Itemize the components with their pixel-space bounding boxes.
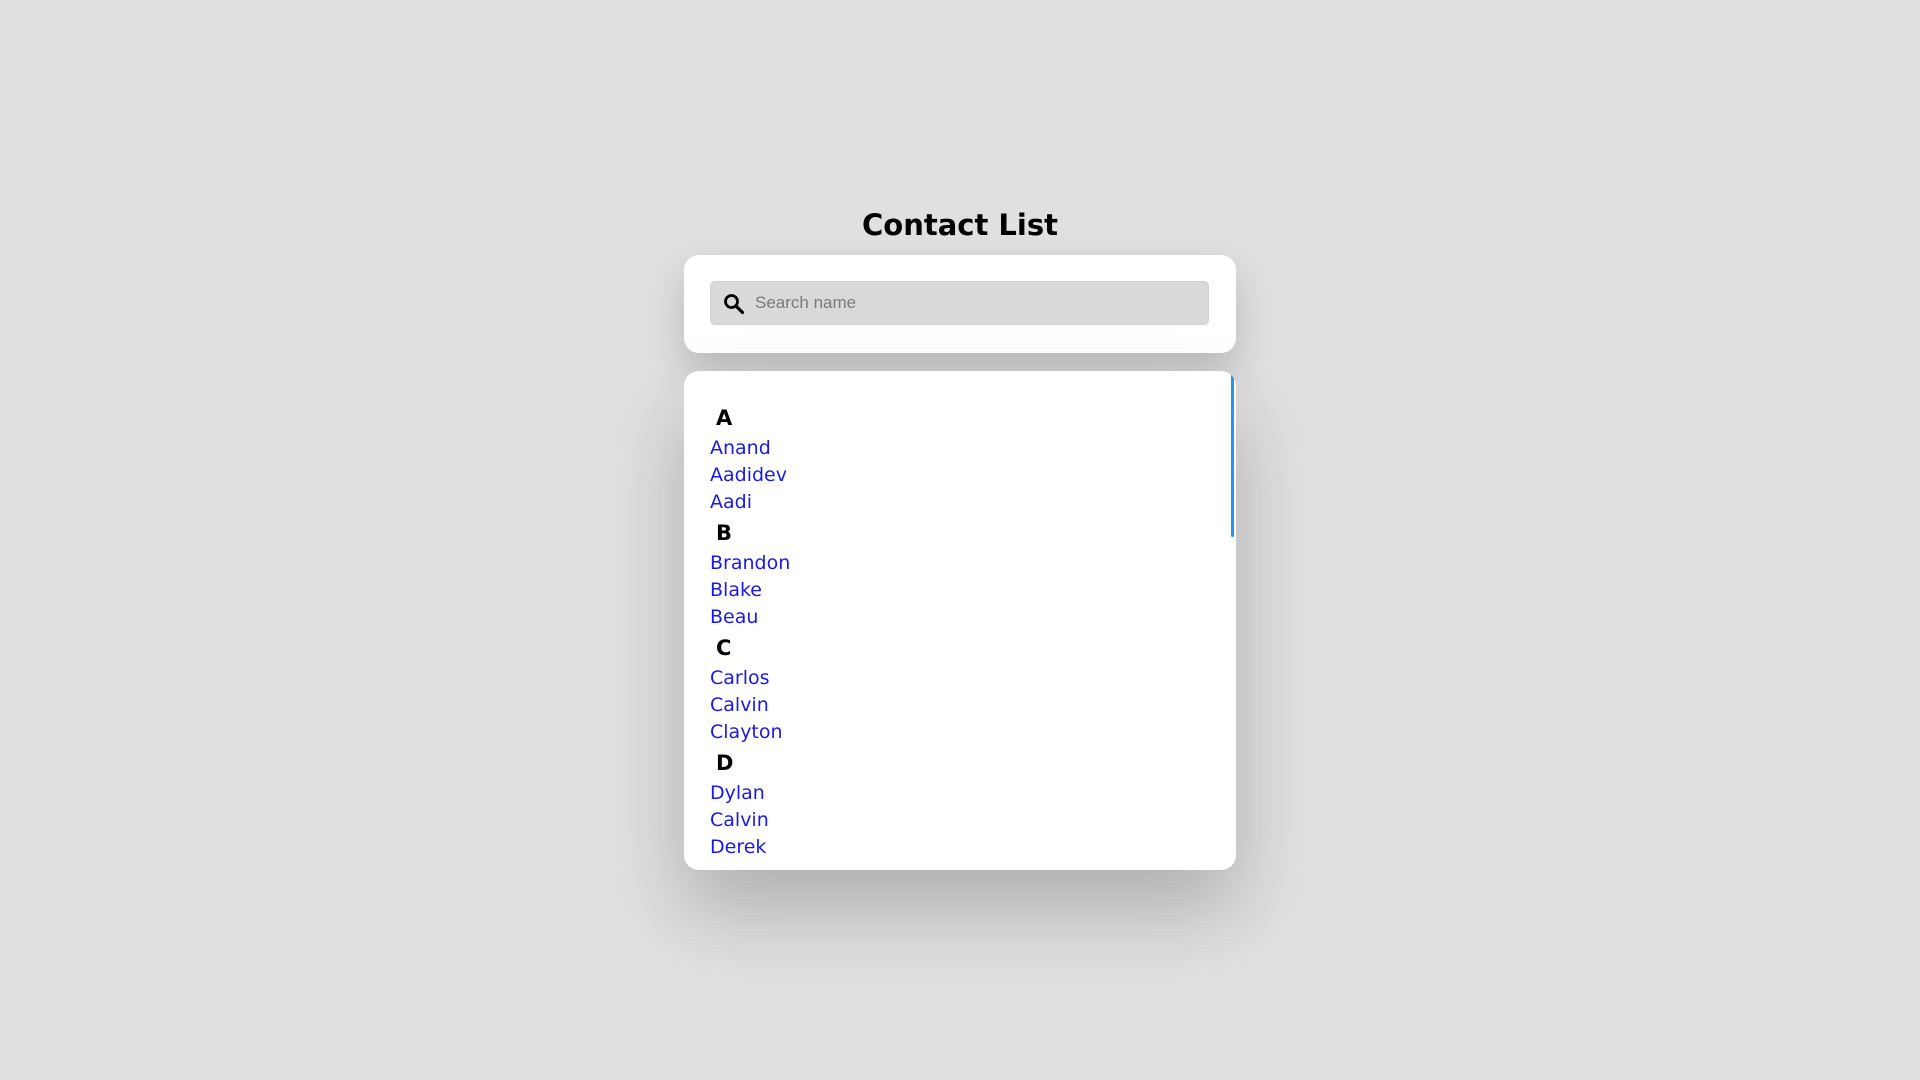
section-c: C Carlos Calvin Clayton [710,631,1230,746]
scrollbar-thumb[interactable] [1231,371,1234,537]
contact-link[interactable]: Anand [710,435,1230,462]
contact-link[interactable]: Brandon [710,550,1230,577]
contact-list-app: Contact List A Anand Aadidev Aadi [684,205,1236,870]
search-card [684,255,1236,353]
section-letter: A [716,406,733,430]
contact-list-card: A Anand Aadidev Aadi B Brandon Blake Bea… [684,371,1236,870]
page-title: Contact List [862,208,1058,242]
search-box[interactable] [710,281,1209,325]
contact-link[interactable]: Clayton [710,719,1230,746]
contact-link[interactable]: Aadi [710,489,1230,516]
search-icon [723,293,745,315]
contact-link[interactable]: Blake [710,577,1230,604]
contact-link[interactable]: Dylan [710,780,1230,807]
contact-link[interactable]: Beau [710,604,1230,631]
contact-link[interactable]: Carlos [710,665,1230,692]
contact-link[interactable]: Calvin [710,807,1230,834]
contact-link[interactable]: Aadidev [710,462,1230,489]
contact-link[interactable]: Derek [710,834,1230,861]
section-letter: C [716,636,732,660]
scrollbar-track[interactable] [1230,371,1236,870]
section-a: A Anand Aadidev Aadi [710,401,1230,516]
section-letter: D [716,751,734,775]
contact-list-scroll[interactable]: A Anand Aadidev Aadi B Brandon Blake Bea… [684,371,1230,870]
section-d: D Dylan Calvin Derek [710,746,1230,861]
section-letter: B [716,521,733,545]
section-b: B Brandon Blake Beau [710,516,1230,631]
search-input[interactable] [755,282,1195,324]
contact-list: A Anand Aadidev Aadi B Brandon Blake Bea… [684,371,1230,861]
contact-link[interactable]: Calvin [710,692,1230,719]
